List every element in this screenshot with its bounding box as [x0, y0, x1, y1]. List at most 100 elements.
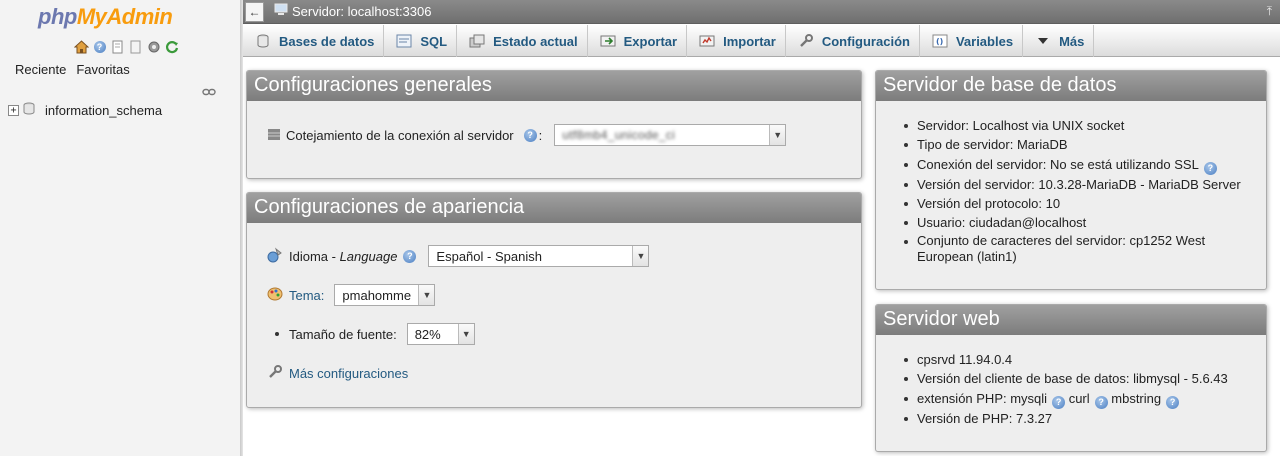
chevron-down-icon: ▼	[418, 285, 435, 305]
navigation-panel: phpMyAdmin ? Reciente Favoritas + inform…	[0, 0, 240, 456]
database-server-info-list: Servidor: Localhost via UNIX socket Tipo…	[904, 116, 1254, 264]
database-icon	[23, 102, 35, 118]
tab-label: Exportar	[623, 33, 678, 49]
tab-export[interactable]: Exportar	[588, 25, 688, 57]
tab-label: SQL	[420, 33, 448, 49]
database-tree-item[interactable]: + information_schema	[8, 102, 162, 118]
database-server-panel: Servidor de base de datos Servidor: Loca…	[875, 70, 1267, 290]
help-icon[interactable]: ?	[1094, 395, 1108, 409]
list-item: Servidor: Localhost via UNIX socket	[904, 116, 1254, 135]
web-server-panel: Servidor web cpsrvd 11.94.0.4 Versión de…	[875, 304, 1267, 452]
collation-icon	[268, 128, 280, 143]
tab-settings[interactable]: Configuración	[786, 25, 920, 57]
language-row: Idioma - Language ? Español - Spanish ▼	[267, 245, 650, 267]
list-item: Tipo de servidor: MariaDB	[904, 135, 1254, 154]
panel-title: Configuraciones generales	[247, 71, 861, 101]
list-item: Usuario: ciudadan@localhost	[904, 213, 1254, 232]
language-select[interactable]: Español - Spanish ▼	[428, 245, 650, 267]
database-icon	[255, 33, 271, 49]
chevron-down-icon: ▼	[632, 246, 649, 266]
logo-myadmin: MyAdmin	[76, 4, 173, 29]
phpmyadmin-window: phpMyAdmin ? Reciente Favoritas + inform…	[0, 0, 1280, 456]
tab-label: Más	[1059, 33, 1085, 49]
theme-select[interactable]: pmahomme ▼	[334, 284, 436, 306]
tab-import[interactable]: Importar	[687, 25, 786, 57]
list-item: Versión del protocolo: 10	[904, 194, 1254, 213]
list-item: Conjunto de caracteres del servidor: cp1…	[904, 232, 1254, 264]
server-icon	[274, 3, 288, 19]
recent-tab[interactable]: Reciente	[15, 62, 66, 77]
collation-label: Cotejamiento de la conexión al servidor	[286, 127, 514, 143]
server-label[interactable]: Servidor: localhost:3306	[292, 4, 431, 19]
panel-title: Configuraciones de apariencia	[247, 193, 861, 223]
font-size-row: Tamaño de fuente: 82% ▼	[275, 323, 475, 345]
list-item: cpsrvd 11.94.0.4	[904, 350, 1254, 369]
variables-icon: ()	[932, 33, 948, 49]
svg-text:(): ()	[936, 37, 943, 46]
docs-icon[interactable]	[110, 40, 125, 54]
expand-icon[interactable]: +	[8, 104, 19, 116]
list-item: extensión PHP: mysqli? curl? mbstring?	[904, 389, 1254, 409]
more-settings-link[interactable]: Más configuraciones	[289, 366, 408, 381]
bullet	[275, 332, 279, 336]
panel-resizer[interactable]	[240, 0, 243, 456]
sql-icon	[396, 33, 412, 49]
help-icon[interactable]: ?	[1052, 395, 1066, 409]
logo-php: php	[38, 4, 77, 29]
tab-label: Importar	[723, 33, 776, 49]
link-with-main-icon[interactable]	[202, 84, 216, 99]
collation-value: utf8mb4_unicode_ci	[562, 128, 676, 142]
palette-icon	[267, 287, 283, 304]
chevron-down-icon: ▼	[769, 125, 786, 145]
more-settings-row: Más configuraciones	[267, 364, 408, 383]
appearance-settings-panel: Configuraciones de apariencia Idioma - L…	[246, 192, 862, 408]
chevron-down-icon: ▼	[457, 324, 474, 344]
back-button[interactable]: ←	[245, 2, 264, 22]
collation-row: Cotejamiento de la conexión al servidor …	[268, 124, 787, 146]
tab-label: Variables	[955, 33, 1014, 49]
list-item: Versión del servidor: 10.3.28-MariaDB - …	[904, 175, 1254, 194]
font-size-label: Tamaño de fuente:	[289, 326, 397, 342]
database-name[interactable]: information_schema	[45, 103, 162, 118]
main-tabs: Bases de datos SQL Estado actual Exporta…	[243, 25, 1280, 57]
tab-variables[interactable]: () Variables	[920, 25, 1024, 57]
tab-more[interactable]: Más	[1023, 25, 1095, 57]
tab-databases[interactable]: Bases de datos	[243, 25, 385, 57]
panel-title: Servidor de base de datos	[876, 71, 1266, 101]
collapse-icon[interactable]: ⤒	[1267, 4, 1272, 19]
font-size-select[interactable]: 82% ▼	[406, 323, 475, 345]
wrench-icon	[267, 364, 283, 383]
help-icon[interactable]: ?	[1203, 161, 1217, 175]
help-icon[interactable]: ?	[403, 249, 417, 263]
wrench-icon	[798, 33, 814, 49]
import-icon	[699, 33, 715, 49]
phpmyadmin-logo[interactable]: phpMyAdmin	[38, 4, 173, 30]
collation-colon: :	[538, 127, 543, 143]
recent-favorites-tabs: Reciente Favoritas	[15, 62, 130, 77]
panel-title: Servidor web	[876, 305, 1266, 335]
favorites-tab[interactable]: Favoritas	[76, 62, 129, 77]
export-icon	[600, 33, 616, 49]
help-icon[interactable]: ?	[523, 128, 537, 142]
language-icon	[267, 247, 283, 266]
docs-icon[interactable]	[128, 40, 143, 54]
help-icon[interactable]: ?	[92, 40, 107, 54]
breadcrumb[interactable]: Servidor: localhost:3306	[274, 3, 431, 19]
web-server-info-list: cpsrvd 11.94.0.4 Versión del cliente de …	[904, 350, 1254, 428]
tab-sql[interactable]: SQL	[384, 25, 458, 57]
settings-icon[interactable]	[146, 40, 161, 54]
theme-label[interactable]: Tema:	[289, 288, 324, 303]
help-icon[interactable]: ?	[1166, 395, 1180, 409]
collation-select[interactable]: utf8mb4_unicode_ci ▼	[554, 124, 787, 146]
server-breadcrumb-bar: ← Servidor: localhost:3306 ⤒	[243, 0, 1280, 24]
tab-label: Bases de datos	[279, 33, 375, 49]
tab-status[interactable]: Estado actual	[457, 25, 588, 57]
list-item: Conexión del servidor: No se está utiliz…	[904, 155, 1254, 175]
reload-icon[interactable]	[164, 40, 179, 54]
language-label: Idioma - Language	[289, 248, 398, 264]
home-icon[interactable]	[74, 40, 89, 54]
list-item: Versión de PHP: 7.3.27	[904, 409, 1254, 428]
tab-label: Configuración	[821, 33, 910, 49]
chevron-down-icon	[1035, 33, 1051, 49]
font-size-value: 82%	[414, 326, 441, 342]
